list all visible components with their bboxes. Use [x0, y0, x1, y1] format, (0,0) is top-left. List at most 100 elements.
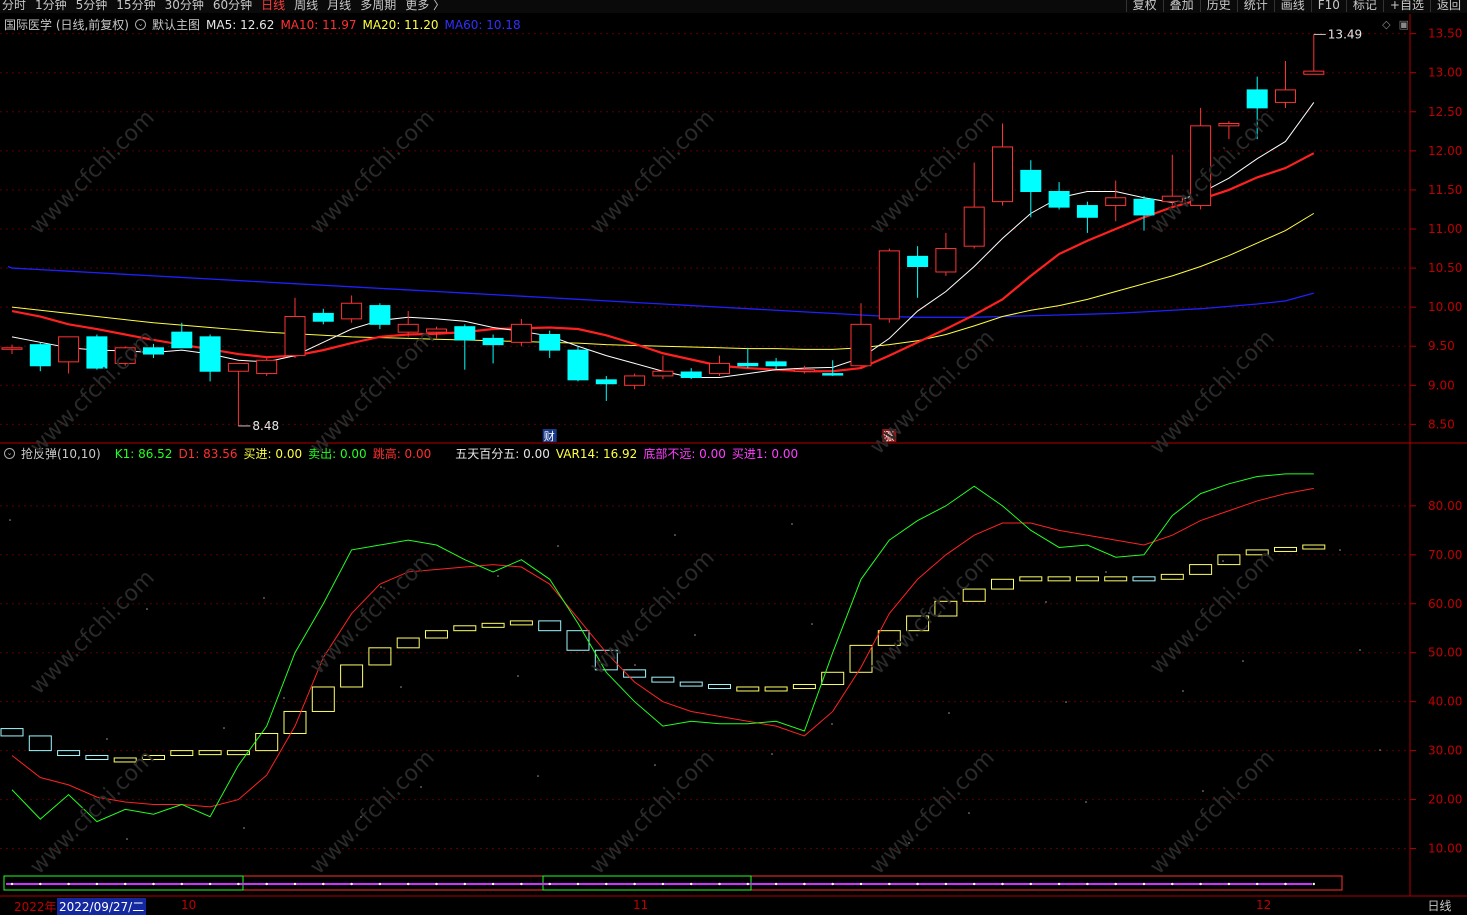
- candle-body: [737, 362, 759, 367]
- ma10-label: MA10: 11.97: [280, 17, 357, 32]
- sub-dot: [1359, 649, 1361, 651]
- signal-dot: [95, 882, 99, 886]
- candle-body: [1, 347, 23, 350]
- sub-dot: [1379, 749, 1381, 751]
- sub-dot: [146, 608, 148, 610]
- indicator-box: [1019, 576, 1043, 582]
- buy-label: 买进: 0.00: [243, 447, 303, 461]
- candle-body: [1246, 89, 1268, 109]
- candle-body: [963, 206, 985, 247]
- indicator-box: [538, 620, 562, 632]
- main-tick-label: 9.50: [1428, 339, 1455, 353]
- indicator-box: [453, 625, 477, 632]
- main-tick-label: 12.50: [1428, 105, 1462, 119]
- indicator-box: [764, 686, 788, 692]
- high-price-label: 13.49: [1328, 27, 1362, 41]
- candle-body: [426, 328, 447, 333]
- indicator-box: [679, 681, 703, 687]
- signal-dot: [944, 882, 948, 886]
- low-price-label: 8.48: [252, 419, 279, 433]
- sub-dot: [243, 827, 245, 829]
- sub-tick-label: 60.00: [1428, 597, 1462, 611]
- signal-dot: [831, 882, 834, 886]
- indicator-box: [736, 686, 760, 692]
- sub-dot: [791, 523, 793, 525]
- signal-dot: [67, 882, 70, 886]
- candle-body: [907, 255, 929, 268]
- indicator-box: [509, 620, 533, 626]
- sub-dot: [831, 723, 833, 725]
- period-indicator[interactable]: 日线: [1412, 897, 1467, 915]
- indicator-box: [934, 600, 958, 617]
- candle-body: [454, 326, 476, 341]
- candle-body: [256, 359, 278, 375]
- indicator-box: [1047, 576, 1071, 582]
- signal-dot: [774, 882, 778, 886]
- candle-body: [652, 370, 674, 377]
- signal-dot: [803, 882, 806, 886]
- indicator-box: [57, 750, 81, 757]
- sub-tick-label: 30.00: [1428, 744, 1462, 758]
- candle-body: [482, 337, 504, 346]
- signal-dot: [124, 882, 127, 886]
- candle-body: [1275, 89, 1296, 103]
- sub-dot: [1339, 549, 1341, 551]
- signal-dot: [435, 882, 438, 886]
- settings-circle-icon[interactable]: ⌄: [135, 19, 146, 30]
- indicator-box: [1075, 576, 1099, 582]
- candle-body: [369, 305, 391, 325]
- ma20-line: [11, 212, 1315, 350]
- indicator-box: [311, 686, 335, 712]
- sub-tick-label: 80.00: [1428, 499, 1462, 513]
- signal-dot: [265, 882, 268, 886]
- zhang-marker: 涨: [883, 430, 894, 443]
- signal-dot: [548, 882, 551, 886]
- restore-icon[interactable]: ▣: [1399, 18, 1409, 31]
- cai-marker: 财: [544, 429, 555, 443]
- indicator-box: [198, 750, 222, 756]
- settings-circle-icon[interactable]: ⌄: [4, 448, 15, 459]
- selected-date[interactable]: 2022/09/27/二: [57, 898, 147, 915]
- signal-dot: [491, 882, 495, 886]
- candle-body: [567, 349, 589, 381]
- diamond-icon[interactable]: ◇: [1382, 18, 1390, 31]
- indicator-box: [170, 750, 194, 757]
- sub-dot: [694, 634, 696, 636]
- sub-dot: [811, 623, 813, 625]
- candle-body: [765, 361, 787, 367]
- signal-dot: [1256, 882, 1259, 886]
- window-controls: ◇ ▣: [1382, 18, 1409, 31]
- candle-body: [58, 336, 80, 363]
- signal-dot: [1029, 882, 1033, 886]
- signal-dot: [1142, 882, 1146, 886]
- signal-dot: [293, 882, 297, 886]
- candle-body: [850, 323, 872, 367]
- candle-body: [709, 362, 730, 375]
- year-label: 2022年: [14, 900, 57, 914]
- signal-dot: [520, 882, 523, 886]
- sub-dot: [948, 712, 950, 714]
- indicator-box: [340, 664, 364, 688]
- sub-dot: [106, 738, 108, 740]
- ma5-line: [11, 102, 1315, 378]
- signal-dot: [605, 882, 608, 886]
- indicator-box: [708, 684, 731, 690]
- candle-body: [1076, 205, 1098, 218]
- candle-body: [397, 323, 419, 333]
- signal-dot: [746, 882, 749, 886]
- sub-dot: [1045, 601, 1047, 603]
- sub-dot: [557, 545, 559, 547]
- candle-body: [1105, 197, 1127, 207]
- indicator-box: [962, 588, 986, 602]
- indicator-title[interactable]: 抢反弹(10,10): [21, 445, 101, 462]
- signal-dot: [576, 882, 580, 886]
- template-label[interactable]: 默认主图: [152, 16, 200, 33]
- candle-body: [1133, 198, 1155, 216]
- ma60-label: MA60: 10.18: [444, 17, 521, 32]
- indicator-box: [877, 630, 901, 646]
- indicator-box: [1104, 576, 1128, 582]
- sub-dot: [908, 842, 910, 844]
- stock-title[interactable]: 国际医学 (日线,前复权): [4, 16, 129, 33]
- sub-chart-legend: ⌄ 抢反弹(10,10) K1: 86.52 D1: 83.56 买进: 0.0…: [4, 445, 798, 462]
- signal-dot: [1114, 882, 1117, 886]
